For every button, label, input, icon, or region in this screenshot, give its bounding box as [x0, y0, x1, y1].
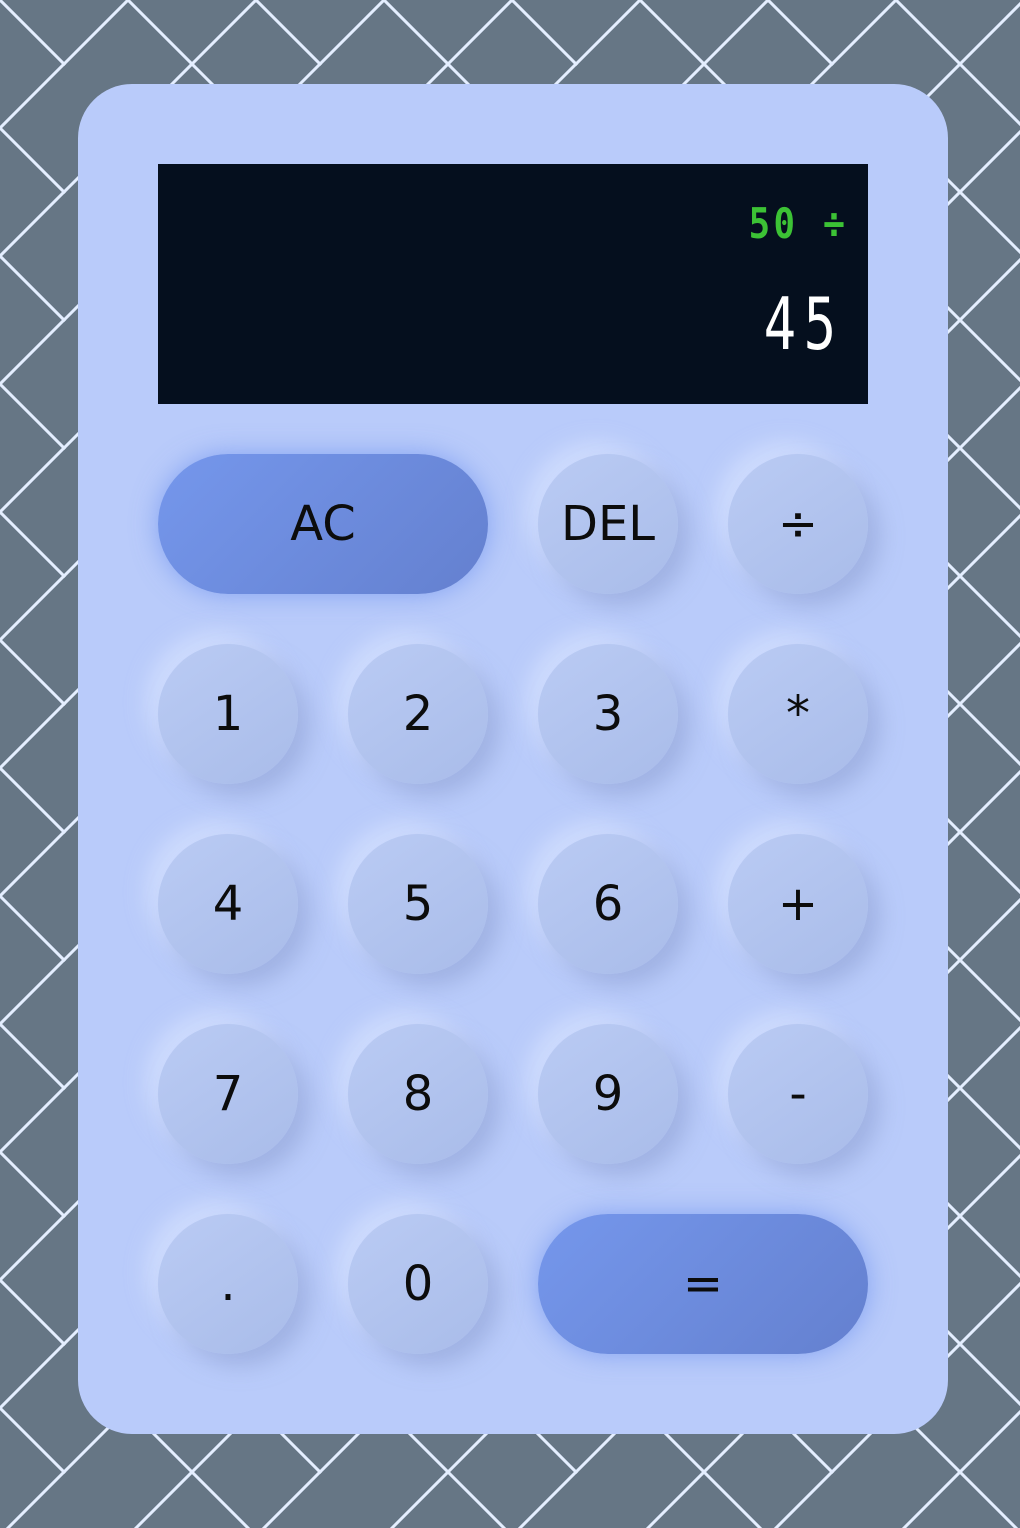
keypad: AC DEL ÷ 1 2 3 * 4 5 6 + 7 8 9 - . 0 =	[158, 454, 868, 1354]
digit-9-button[interactable]: 9	[538, 1024, 678, 1164]
digit-7-button[interactable]: 7	[158, 1024, 298, 1164]
multiply-button[interactable]: *	[728, 644, 868, 784]
minus-button[interactable]: -	[728, 1024, 868, 1164]
digit-5-button[interactable]: 5	[348, 834, 488, 974]
digit-2-button[interactable]: 2	[348, 644, 488, 784]
decimal-button[interactable]: .	[158, 1214, 298, 1354]
digit-3-button[interactable]: 3	[538, 644, 678, 784]
delete-button[interactable]: DEL	[538, 454, 678, 594]
previous-operand: 50 ÷	[748, 199, 848, 248]
calculator-display: 50 ÷ 45	[158, 164, 868, 404]
divide-button[interactable]: ÷	[728, 454, 868, 594]
digit-4-button[interactable]: 4	[158, 834, 298, 974]
digit-6-button[interactable]: 6	[538, 834, 678, 974]
all-clear-button[interactable]: AC	[158, 454, 488, 594]
plus-button[interactable]: +	[728, 834, 868, 974]
equals-button[interactable]: =	[538, 1214, 868, 1354]
current-operand: 45	[763, 282, 844, 366]
calculator-body: 50 ÷ 45 AC DEL ÷ 1 2 3 * 4 5 6 + 7 8 9 -…	[78, 84, 948, 1434]
digit-0-button[interactable]: 0	[348, 1214, 488, 1354]
digit-8-button[interactable]: 8	[348, 1024, 488, 1164]
digit-1-button[interactable]: 1	[158, 644, 298, 784]
